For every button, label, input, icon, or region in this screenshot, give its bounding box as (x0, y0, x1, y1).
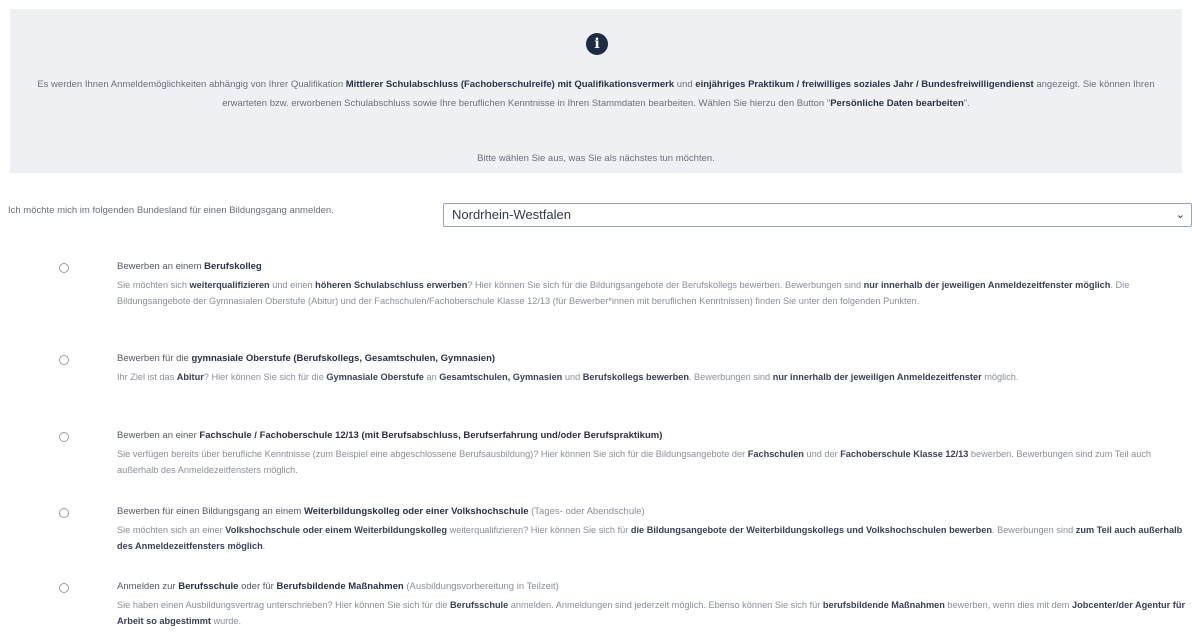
radio-button[interactable] (59, 508, 69, 518)
desc-highlight: Berufskollegs bewerben (582, 372, 689, 382)
option-description: Ihr Ziel ist das Abitur? Hier können Sie… (117, 369, 1187, 385)
desc-text: Sie möchten sich an einer (117, 525, 226, 535)
desc-text: anmelden. Anmeldungen sind jederzeit mög… (508, 600, 823, 610)
info-text-experience: einjähriges Praktikum / freiwilliges soz… (695, 79, 1034, 90)
info-icon: i (586, 33, 608, 55)
desc-highlight: Fachoberschule Klasse 12/13 (840, 449, 969, 459)
option-title: Anmelden zur Berufsschule oder für Beruf… (117, 581, 559, 592)
info-text-qualification: Mittlerer Schulabschluss (Fachoberschulr… (345, 79, 675, 90)
radio-button[interactable] (59, 432, 69, 442)
desc-highlight: nur innerhalb der jeweiligen Anmeldezeit… (863, 280, 1111, 290)
info-text-part: und (674, 79, 696, 90)
radio-button[interactable] (59, 355, 69, 365)
desc-text: möglich. (981, 372, 1019, 382)
option-description: Sie möchten sich an einer Volkshochschul… (117, 522, 1187, 554)
desc-text: und der (803, 449, 841, 459)
option-title: Bewerben an einem Berufskolleg (117, 261, 262, 272)
desc-text: ? Hier können Sie sich für die (203, 372, 327, 382)
title-highlight: Berufskolleg (204, 261, 262, 272)
title-text: (Ausbildungsvorbereitung in Teilzeit) (403, 581, 559, 592)
desc-text: weiterqualifizieren? Hier können Sie sic… (447, 525, 631, 535)
option-description: Sie verfügen bereits über berufliche Ken… (117, 446, 1187, 478)
title-text: Bewerben an einem (117, 261, 205, 272)
info-text-part: ". (963, 98, 970, 109)
desc-text: Ihr Ziel ist das (117, 372, 177, 382)
title-text: (Tages- oder Abendschule) (528, 506, 645, 517)
desc-highlight: berufsbildende Maßnahmen (822, 600, 945, 610)
title-text: Bewerben an einer (117, 430, 200, 441)
option-title: Bewerben für die gymnasiale Oberstufe (B… (117, 353, 495, 364)
desc-highlight: Abitur (176, 372, 204, 382)
title-highlight: Weiterbildungskolleg oder einer Volkshoc… (303, 506, 529, 517)
desc-text: wurde. (210, 616, 242, 626)
state-label: Ich möchte mich im folgenden Bundesland … (8, 205, 334, 216)
desc-highlight: höheren Schulabschluss erwerben (315, 280, 468, 290)
desc-text: Sie möchten sich (117, 280, 190, 290)
desc-text: Sie haben einen Ausbildungsvertrag unter… (117, 600, 451, 610)
desc-highlight: nur innerhalb der jeweiligen Anmeldezeit… (772, 372, 982, 382)
title-highlight: Berufsbildende Maßnahmen (276, 581, 404, 592)
desc-text: bewerben, wenn dies mit dem (944, 600, 1073, 610)
desc-text: an (423, 372, 440, 382)
option-description: Sie haben einen Ausbildungsvertrag unter… (117, 597, 1187, 629)
desc-highlight: weiterqualifizieren (189, 280, 270, 290)
title-highlight: gymnasiale Oberstufe (Berufskollegs, Ges… (191, 353, 496, 364)
desc-text: . Bewerbungen sind (991, 525, 1076, 535)
title-text: oder für (238, 581, 277, 592)
option-description: Sie möchten sich weiterqualifizieren und… (117, 277, 1187, 309)
qualification-info-text: Es werden Ihnen Anmeldemöglichkeiten abh… (10, 75, 1182, 113)
title-text: Bewerben für einen Bildungsgang an einem (117, 506, 304, 517)
desc-text: . (262, 541, 266, 551)
title-highlight: Fachschule / Fachoberschule 12/13 (mit B… (199, 430, 663, 441)
desc-highlight: Gymnasiale Oberstufe (326, 372, 424, 382)
desc-text: und (562, 372, 583, 382)
desc-text: und einen (269, 280, 316, 290)
desc-highlight: Volkshochschule oder einem Weiterbildung… (225, 525, 448, 535)
radio-button[interactable] (59, 583, 69, 593)
info-text-button-ref: Persönliche Daten bearbeiten (830, 98, 964, 109)
desc-text: Sie verfügen bereits über berufliche Ken… (117, 449, 748, 459)
desc-highlight: Gesamtschulen, Gymnasien (439, 372, 563, 382)
desc-text: ? Hier können Sie sich für die Bildungsa… (467, 280, 864, 290)
state-select-value: Nordrhein-Westfalen (452, 207, 571, 222)
title-highlight: Berufsschule (178, 581, 239, 592)
desc-highlight: die Bildungsangebote der Weiterbildungsk… (630, 525, 992, 535)
radio-button[interactable] (59, 263, 69, 273)
desc-text: . Bewerbungen sind (688, 372, 773, 382)
desc-highlight: Berufsschule (450, 600, 509, 610)
title-text: Anmelden zur (117, 581, 179, 592)
state-select[interactable]: Nordrhein-Westfalen ⌄ (443, 203, 1192, 227)
title-text: Bewerben für die (117, 353, 192, 364)
option-title: Bewerben für einen Bildungsgang an einem… (117, 506, 645, 517)
info-prompt: Bitte wählen Sie aus, was Sie als nächst… (477, 153, 715, 164)
chevron-down-icon: ⌄ (1175, 209, 1185, 221)
desc-highlight: Fachschulen (747, 449, 804, 459)
info-text-part: Es werden Ihnen Anmeldemöglichkeiten abh… (37, 79, 346, 90)
option-title: Bewerben an einer Fachschule / Fachobers… (117, 430, 662, 441)
info-panel: i Es werden Ihnen Anmeldemöglichkeiten a… (10, 9, 1182, 173)
